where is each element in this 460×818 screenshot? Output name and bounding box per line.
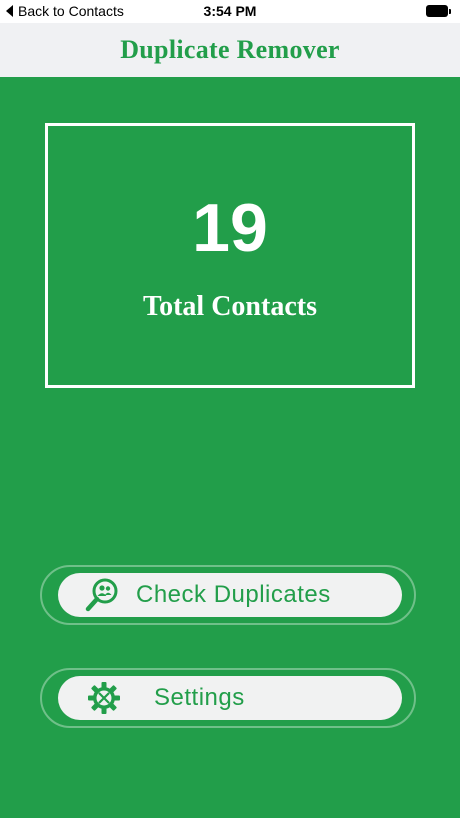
settings-label: Settings: [154, 684, 245, 711]
nav-bar: Duplicate Remover: [0, 23, 460, 77]
total-contacts-panel: 19 Total Contacts: [45, 123, 415, 388]
check-duplicates-button[interactable]: Check Duplicates: [58, 573, 402, 617]
status-bar: Back to Contacts 3:54 PM: [0, 0, 460, 23]
check-duplicates-label: Check Duplicates: [136, 581, 331, 608]
battery-icon: [426, 5, 452, 17]
settings-button-ring: Settings: [40, 668, 416, 728]
settings-button[interactable]: Settings: [58, 676, 402, 720]
gear-tools-icon: [84, 678, 124, 718]
page-title: Duplicate Remover: [120, 35, 340, 64]
search-people-icon: [82, 575, 122, 615]
check-duplicates-button-ring: Check Duplicates: [40, 565, 416, 625]
total-contacts-label: Total Contacts: [143, 291, 317, 322]
total-contacts-count: 19: [192, 190, 268, 266]
status-time: 3:54 PM: [203, 3, 257, 19]
